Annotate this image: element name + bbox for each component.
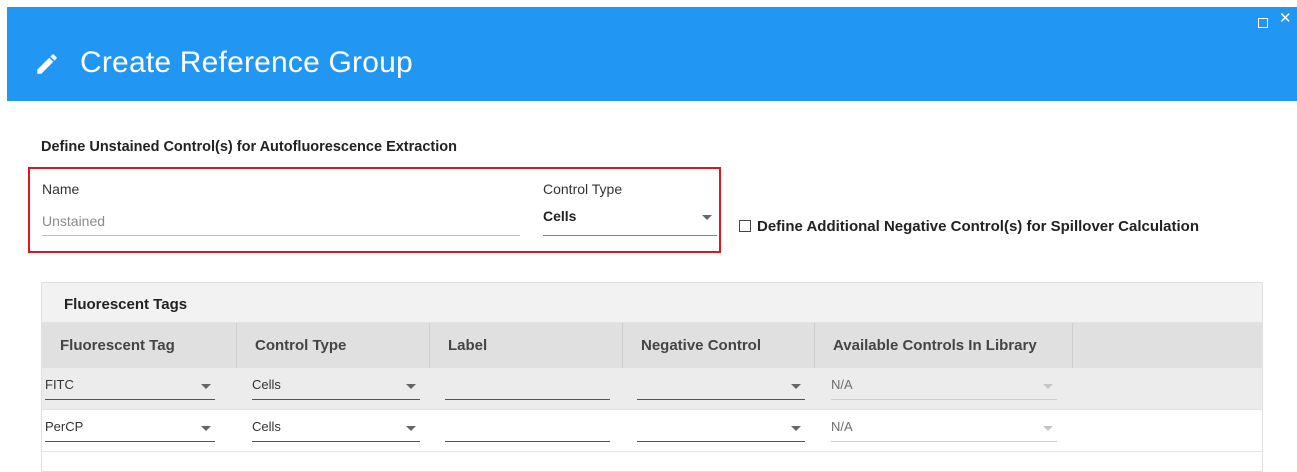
- chevron-down-icon: [406, 426, 416, 431]
- column-header-control-type[interactable]: Control Type: [237, 323, 430, 368]
- table-row: FITC Cells N/A: [42, 368, 1262, 410]
- negative-control-select[interactable]: [637, 416, 805, 442]
- name-label: Name: [42, 181, 80, 197]
- column-header-label: Available Controls In Library: [833, 337, 1037, 354]
- column-header-label: Fluorescent Tag: [60, 337, 175, 354]
- chevron-down-icon: [406, 384, 416, 389]
- control-type-select[interactable]: Cells: [252, 416, 420, 442]
- fluorescent-tag-select[interactable]: FITC: [45, 374, 215, 400]
- column-header-negative-control[interactable]: Negative Control: [623, 323, 815, 368]
- control-type-value: Cells: [252, 419, 281, 434]
- column-header-label: Negative Control: [641, 337, 762, 354]
- column-header-available-controls[interactable]: Available Controls In Library: [815, 323, 1073, 368]
- grid-caption-label: Fluorescent Tags: [64, 296, 188, 313]
- fluorescent-tag-value: PerCP: [45, 419, 84, 434]
- available-controls-select: N/A: [831, 374, 1057, 400]
- chevron-down-icon: [791, 426, 801, 431]
- grid-header-row: Fluorescent Tag Control Type Label Negat…: [42, 323, 1262, 368]
- chevron-down-icon: [702, 215, 712, 220]
- column-header-fluorescent-tag[interactable]: Fluorescent Tag: [42, 323, 237, 368]
- negative-control-select[interactable]: [637, 374, 805, 400]
- unstained-section-title: Define Unstained Control(s) for Autofluo…: [41, 139, 457, 155]
- checkbox-box[interactable]: [739, 220, 751, 232]
- grid-caption: Fluorescent Tags: [42, 283, 1262, 323]
- column-header-label: Control Type: [255, 337, 347, 354]
- table-row: PerCP Cells N/A: [42, 410, 1262, 452]
- label-input[interactable]: [445, 374, 610, 400]
- column-header-label-col[interactable]: Label: [430, 323, 623, 368]
- maximize-icon[interactable]: [1258, 18, 1268, 28]
- chevron-down-icon: [1043, 384, 1053, 389]
- control-type-label: Control Type: [543, 181, 623, 197]
- negative-controls-label: Define Additional Negative Control(s) fo…: [757, 218, 1199, 235]
- dialog-title: Create Reference Group: [80, 46, 413, 79]
- available-controls-value: N/A: [831, 377, 853, 392]
- control-type-value: Cells: [543, 208, 577, 224]
- control-type-select[interactable]: Cells: [252, 374, 420, 400]
- chevron-down-icon: [791, 384, 801, 389]
- fluorescent-tags-grid: Fluorescent Tags Fluorescent Tag Control…: [41, 282, 1263, 472]
- available-controls-select: N/A: [831, 416, 1057, 442]
- name-input[interactable]: [42, 207, 520, 236]
- control-type-select[interactable]: Cells: [543, 206, 717, 236]
- available-controls-value: N/A: [831, 419, 853, 434]
- chevron-down-icon: [201, 426, 211, 431]
- column-header-label: Label: [448, 337, 488, 354]
- dialog-header: Create Reference Group ✕: [7, 7, 1297, 101]
- label-input[interactable]: [445, 416, 610, 442]
- pencil-icon: [37, 54, 57, 74]
- close-icon[interactable]: ✕: [1279, 11, 1292, 26]
- fluorescent-tag-select[interactable]: PerCP: [45, 416, 215, 442]
- chevron-down-icon: [1043, 426, 1053, 431]
- chevron-down-icon: [201, 384, 211, 389]
- fluorescent-tag-value: FITC: [45, 377, 74, 392]
- control-type-value: Cells: [252, 377, 281, 392]
